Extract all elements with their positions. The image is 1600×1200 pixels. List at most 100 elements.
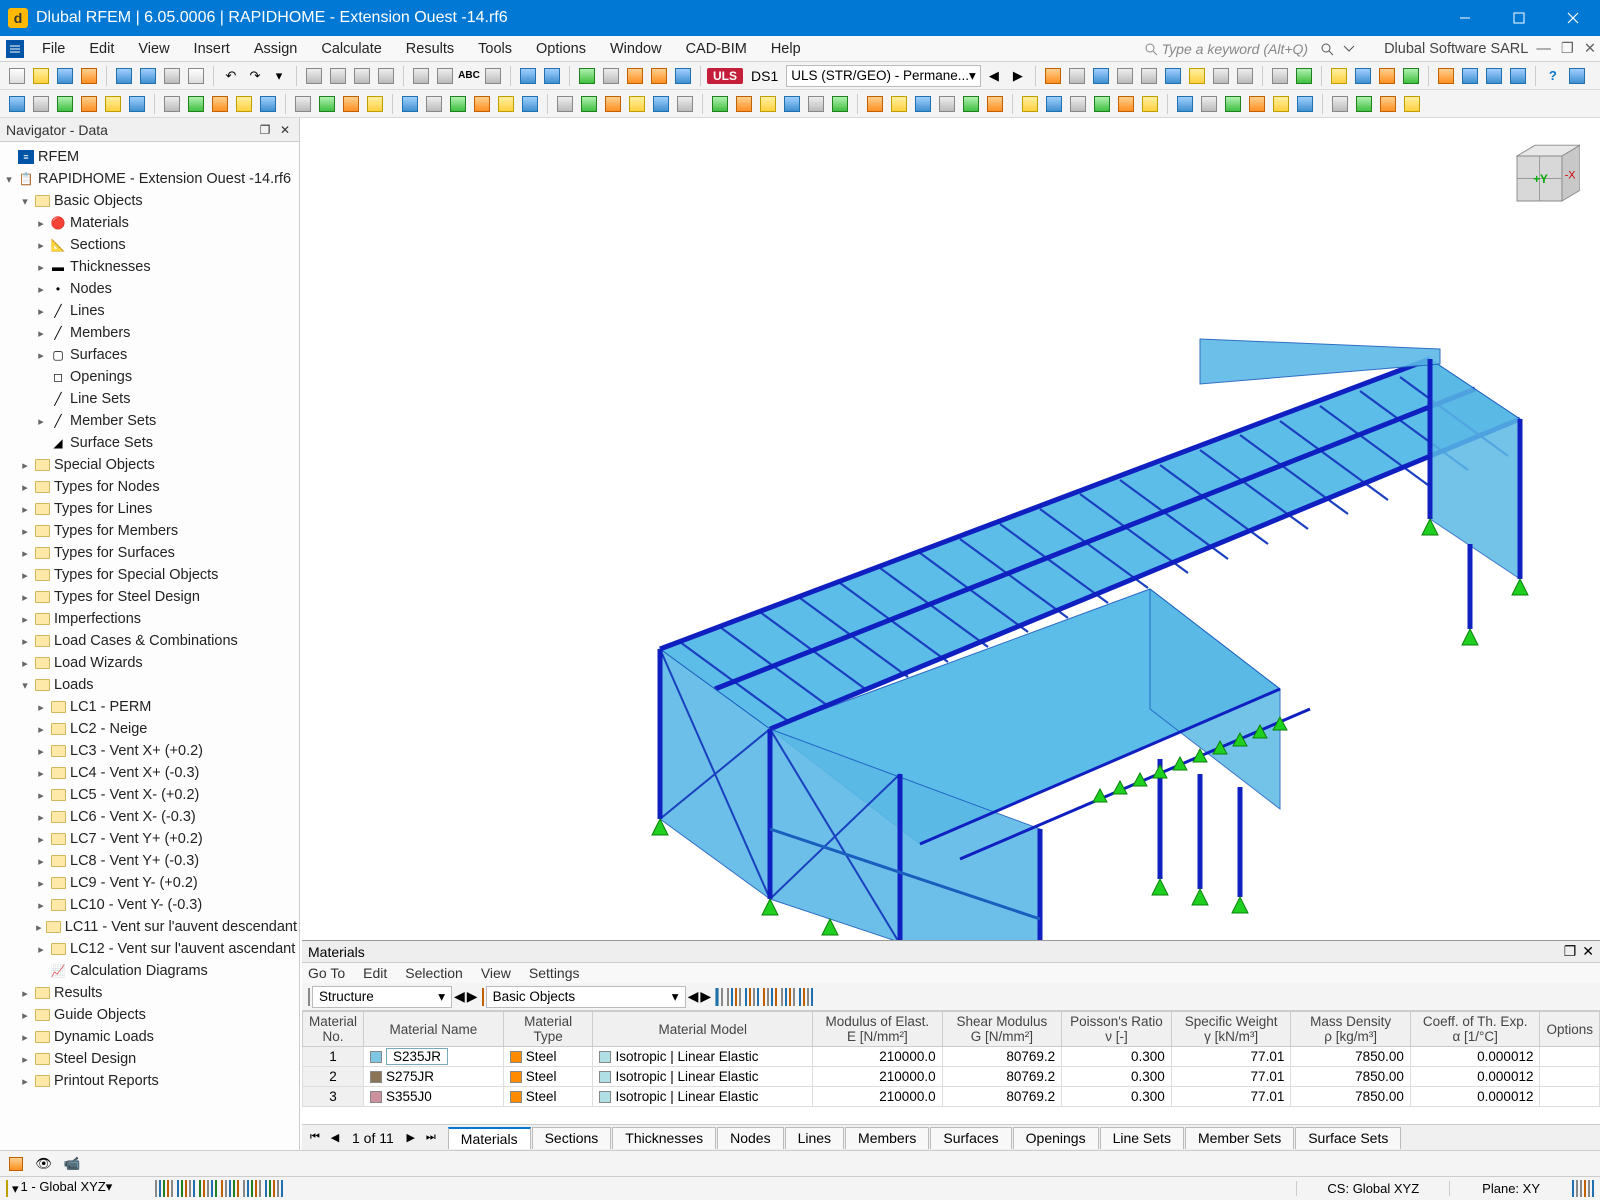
tool-a-icon[interactable]: [1042, 65, 1064, 87]
sb-tool-23-icon[interactable]: [255, 1181, 257, 1196]
tool2-3-icon[interactable]: [78, 93, 100, 115]
tool2-28-icon[interactable]: [733, 93, 755, 115]
menu-window[interactable]: Window: [598, 36, 674, 61]
tool2-11-icon[interactable]: [292, 93, 314, 115]
table-row[interactable]: 3 S355J0 Steel Isotropic | Linear Elasti…: [303, 1087, 1600, 1107]
tab-lines[interactable]: Lines: [785, 1127, 844, 1149]
tbl-tool-2-icon[interactable]: [735, 989, 737, 1005]
tool2-2-icon[interactable]: [54, 93, 76, 115]
tree-lc10-vent-y-0-3-[interactable]: ▸LC10 - Vent Y- (-0.3): [2, 894, 297, 916]
maximize-button[interactable]: [1492, 0, 1546, 36]
tool2-19-icon[interactable]: [495, 93, 517, 115]
tree-lc7-vent-y-0-2-[interactable]: ▸LC7 - Vent Y+ (+0.2): [2, 828, 297, 850]
sb-tool-5-icon[interactable]: [177, 1181, 179, 1196]
reload-icon[interactable]: [54, 65, 76, 87]
sb-tool-15-icon[interactable]: [221, 1181, 223, 1196]
tbl-tool-7-icon[interactable]: [757, 989, 759, 1005]
menu-cad-bim[interactable]: CAD-BIM: [674, 36, 759, 61]
sb-tool-14-icon[interactable]: [215, 1181, 217, 1196]
layout3-icon[interactable]: [482, 65, 504, 87]
sb-tool-9-icon[interactable]: [193, 1181, 195, 1196]
undo-icon[interactable]: ↶: [220, 65, 242, 87]
tree-lc6-vent-x-0-3-[interactable]: ▸LC6 - Vent X- (-0.3): [2, 806, 297, 828]
tab-line-sets[interactable]: Line Sets: [1100, 1127, 1184, 1149]
tp-menu-go-to[interactable]: Go To: [308, 965, 345, 981]
tool-h-icon[interactable]: [1210, 65, 1232, 87]
tree-root[interactable]: ≡RFEM: [2, 146, 297, 168]
pager-last-icon[interactable]: ⏭: [422, 1129, 440, 1147]
minimize-button[interactable]: [1438, 0, 1492, 36]
tree-line-sets[interactable]: ╱Line Sets: [2, 388, 297, 410]
panel-close-icon[interactable]: ✕: [277, 122, 293, 138]
sb-icon-1[interactable]: [6, 1154, 26, 1174]
tool-e-icon[interactable]: [1138, 65, 1160, 87]
sb-tool-28-icon[interactable]: [277, 1181, 279, 1196]
sb-tool-3-icon[interactable]: [167, 1181, 169, 1196]
tool2-35-icon[interactable]: [912, 93, 934, 115]
table-close-icon[interactable]: ✕: [1582, 943, 1594, 960]
tbl-tool-0-icon[interactable]: [727, 989, 729, 1005]
layout2-icon[interactable]: [434, 65, 456, 87]
tbl-tool-9-icon[interactable]: [767, 989, 769, 1005]
menu-insert[interactable]: Insert: [182, 36, 242, 61]
tool2-23-icon[interactable]: [602, 93, 624, 115]
materials-table[interactable]: Material No. Material Name Material Type…: [302, 1011, 1600, 1107]
tab-nodes[interactable]: Nodes: [717, 1127, 783, 1149]
tree-dynamic-loads[interactable]: ▸Dynamic Loads: [2, 1026, 297, 1048]
calc1-icon[interactable]: [517, 65, 539, 87]
tool2-54-icon[interactable]: [1401, 93, 1423, 115]
tree-lc3-vent-x-0-2-[interactable]: ▸LC3 - Vent X+ (+0.2): [2, 740, 297, 762]
sb-tool-8-icon[interactable]: [189, 1181, 191, 1196]
doc-restore-button[interactable]: ❐: [1561, 41, 1574, 57]
tbl-tool-19-icon[interactable]: [811, 989, 813, 1005]
tool2-34-icon[interactable]: [888, 93, 910, 115]
tree-types-for-lines[interactable]: ▸Types for Lines: [2, 498, 297, 520]
menu-edit[interactable]: Edit: [77, 36, 126, 61]
save-all-icon[interactable]: [137, 65, 159, 87]
sb-tool-10-icon[interactable]: [199, 1181, 201, 1196]
sb-tool-27-icon[interactable]: [273, 1181, 275, 1196]
tool2-41-icon[interactable]: [1067, 93, 1089, 115]
tool2-1-icon[interactable]: [30, 93, 52, 115]
sb-tool-7-icon[interactable]: [185, 1181, 187, 1196]
tree-lc11-vent-sur-l-auvent-descendant[interactable]: ▸LC11 - Vent sur l'auvent descendant: [2, 916, 297, 938]
tool2-31-icon[interactable]: [805, 93, 827, 115]
next-group-icon[interactable]: ▶: [467, 988, 478, 1005]
tp-menu-selection[interactable]: Selection: [405, 965, 463, 981]
tree-lc1-perm[interactable]: ▸LC1 - PERM: [2, 696, 297, 718]
doc-close-button[interactable]: ✕: [1584, 41, 1596, 57]
tbl-tool-11-icon[interactable]: [775, 989, 777, 1005]
tool2-51-icon[interactable]: [1329, 93, 1351, 115]
structure-icon[interactable]: [308, 989, 310, 1005]
tree-types-for-special-objects[interactable]: ▸Types for Special Objects: [2, 564, 297, 586]
tool2-53-icon[interactable]: [1377, 93, 1399, 115]
tree-calculation-diagrams[interactable]: 📈Calculation Diagrams: [2, 960, 297, 982]
tool2-36-icon[interactable]: [936, 93, 958, 115]
tool2-5-icon[interactable]: [126, 93, 148, 115]
camera-icon[interactable]: 📹: [62, 1154, 82, 1174]
tbl-tool-17-icon[interactable]: [803, 989, 805, 1005]
sb-tool-24-icon[interactable]: [259, 1181, 261, 1196]
sb-end5-icon[interactable]: [1588, 1181, 1590, 1196]
sb-tool-25-icon[interactable]: [265, 1181, 267, 1196]
tab-surface-sets[interactable]: Surface Sets: [1295, 1127, 1401, 1149]
tree-openings[interactable]: ◻Openings: [2, 366, 297, 388]
tool2-29-icon[interactable]: [757, 93, 779, 115]
select-icon[interactable]: [715, 988, 719, 1006]
dropdown-icon[interactable]: ▾: [268, 65, 290, 87]
tool2-33-icon[interactable]: [864, 93, 886, 115]
keyword-search[interactable]: Type a keyword (Alt+Q): [1144, 41, 1308, 57]
chevron-down-icon[interactable]: [1342, 42, 1356, 56]
help-icon[interactable]: ?: [1542, 65, 1564, 87]
sb-end4-icon[interactable]: [1584, 1181, 1586, 1196]
sb-tool-18-icon[interactable]: [233, 1181, 235, 1196]
tbl-tool-15-icon[interactable]: [793, 989, 795, 1005]
tool2-32-icon[interactable]: [829, 93, 851, 115]
sb-tool-4-icon[interactable]: [171, 1181, 173, 1196]
tool2-42-icon[interactable]: [1091, 93, 1113, 115]
menu-assign[interactable]: Assign: [242, 36, 310, 61]
abc-icon[interactable]: ABC: [458, 65, 480, 87]
panel1-icon[interactable]: [303, 65, 325, 87]
tree-nodes[interactable]: ▸•Nodes: [2, 278, 297, 300]
box1-icon[interactable]: [1459, 65, 1481, 87]
